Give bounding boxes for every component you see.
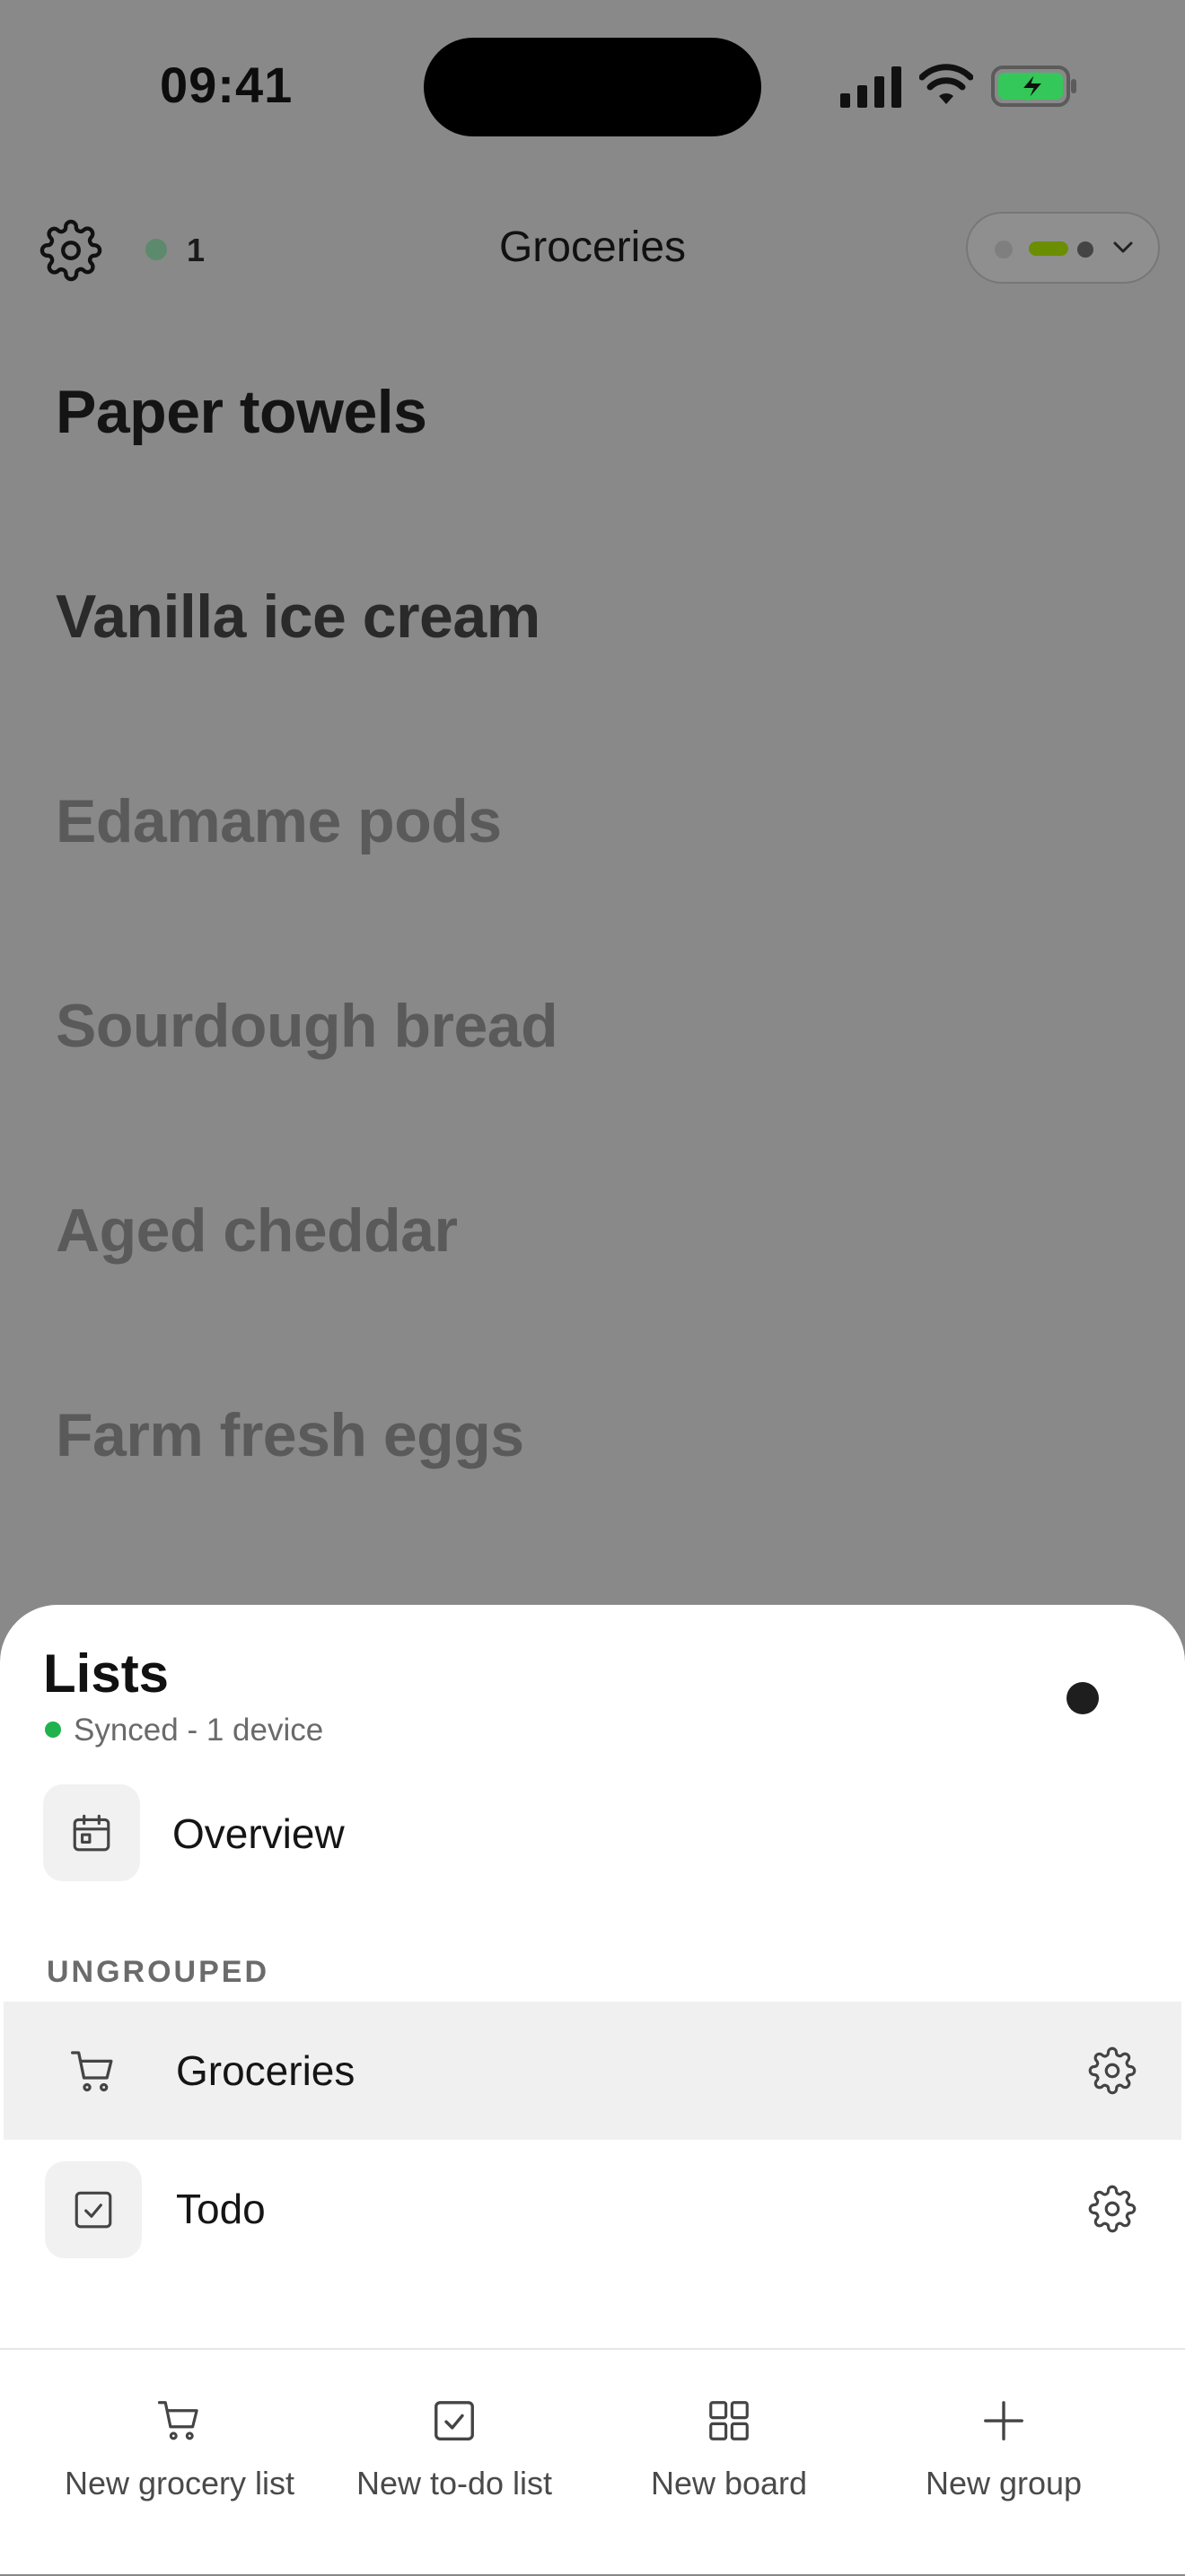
grocery-items-list: Paper towels Vanilla ice cream Edamame p… — [56, 377, 1133, 1605]
grid-icon — [709, 2401, 749, 2440]
list-row-groceries[interactable]: Groceries — [4, 2002, 1181, 2140]
sync-status-text: Synced - 1 device — [74, 1713, 324, 1748]
cart-icon — [157, 2401, 198, 2440]
new-board-label: New board — [650, 2465, 808, 2502]
list-item[interactable]: Aged cheddar — [56, 1196, 1133, 1400]
overview-label: Overview — [172, 1810, 345, 1857]
checkbox-icon — [75, 2191, 112, 2229]
list-header: 1 Groceries — [0, 197, 1185, 296]
list-row-label: Todo — [176, 2186, 266, 2232]
wifi-icon — [919, 64, 973, 104]
checkbox-icon — [434, 2401, 474, 2440]
list-item[interactable]: Farm fresh eggs — [56, 1400, 1133, 1605]
new-grocery-list-button[interactable]: New grocery list — [36, 2350, 323, 2529]
battery-charging-icon — [991, 66, 1076, 107]
sheet-title: Lists — [43, 1643, 170, 1704]
list-row-label: Groceries — [176, 2047, 356, 2094]
new-grocery-list-label: New grocery list — [64, 2465, 295, 2502]
view-bar-icon — [1029, 241, 1068, 256]
list-settings-gear-icon[interactable] — [1088, 2185, 1137, 2233]
new-todo-list-label: New to-do list — [356, 2465, 553, 2502]
synced-dot — [45, 1722, 61, 1738]
sheet-menu-dot[interactable] — [1066, 1682, 1099, 1714]
overview-row[interactable]: Overview — [0, 1784, 1185, 1883]
chevron-down-icon — [1113, 241, 1133, 253]
new-group-button[interactable]: New group — [878, 2350, 1129, 2529]
list-item[interactable]: Sourdough bread — [56, 991, 1133, 1196]
view-dot-icon — [1077, 241, 1093, 258]
overview-icon-box — [43, 1784, 140, 1881]
cellular-signal-icon — [840, 66, 901, 108]
list-item[interactable]: Paper towels — [56, 377, 1133, 582]
list-settings-gear-icon[interactable] — [1088, 2046, 1137, 2095]
bottom-toolbar: New grocery list New to-do list New boar… — [0, 2348, 1185, 2576]
section-header-ungrouped: UNGROUPED — [47, 1955, 270, 1989]
new-board-button[interactable]: New board — [603, 2350, 855, 2529]
plus-icon — [984, 2401, 1023, 2440]
new-todo-list-button[interactable]: New to-do list — [329, 2350, 580, 2529]
status-bar: 09:41 — [0, 0, 1185, 171]
todo-icon-box — [45, 2161, 142, 2258]
list-item[interactable]: Edamame pods — [56, 786, 1133, 991]
view-mode-selector[interactable] — [966, 212, 1160, 284]
status-time: 09:41 — [160, 57, 294, 113]
view-dot-icon — [995, 241, 1013, 258]
calendar-icon — [73, 1814, 110, 1852]
list-item[interactable]: Vanilla ice cream — [56, 582, 1133, 786]
dynamic-island — [424, 38, 761, 136]
cart-icon — [71, 2051, 113, 2092]
list-row-todo[interactable]: Todo — [4, 2140, 1181, 2278]
new-group-label: New group — [925, 2465, 1083, 2502]
